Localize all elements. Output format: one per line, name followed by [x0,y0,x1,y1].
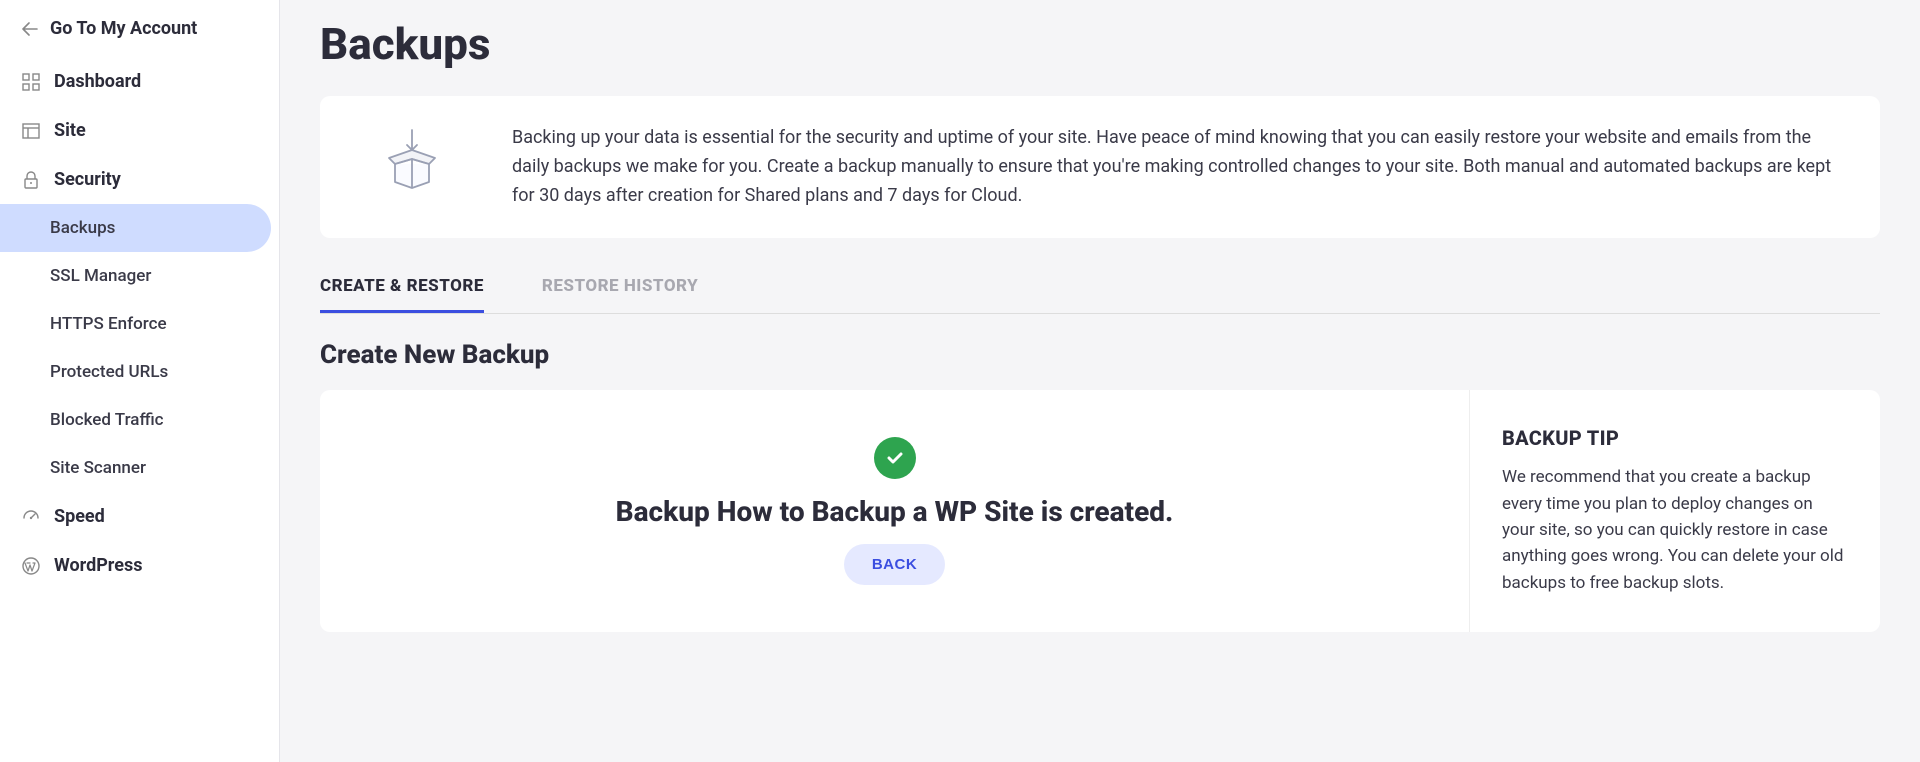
back-button[interactable]: BACK [844,544,945,585]
sidebar-sub-ssl-manager[interactable]: SSL Manager [0,252,279,300]
tab-restore-history[interactable]: RESTORE HISTORY [542,262,698,313]
sidebar-sub-site-scanner[interactable]: Site Scanner [0,444,279,492]
sidebar-item-label: Dashboard [54,71,141,92]
site-icon [22,122,40,140]
lock-icon [22,171,40,189]
go-to-account-label: Go To My Account [50,18,197,39]
sidebar-item-label: Security [54,169,121,190]
sidebar-sub-label: SSL Manager [50,266,151,286]
go-to-account-link[interactable]: Go To My Account [0,18,279,57]
check-circle-icon [874,437,916,479]
sidebar-item-security[interactable]: Security [0,155,279,204]
sidebar-item-site[interactable]: Site [0,106,279,155]
tip-text: We recommend that you create a backup ev… [1502,464,1848,596]
sidebar: Go To My Account Dashboard Site Security… [0,0,280,762]
sidebar-sub-label: Blocked Traffic [50,410,164,430]
speed-icon [22,508,40,526]
backup-tip-panel: BACKUP TIP We recommend that you create … [1470,390,1880,632]
intro-text: Backing up your data is essential for th… [512,124,1848,210]
dashboard-icon [22,73,40,91]
sidebar-item-wordpress[interactable]: WordPress [0,541,279,590]
wordpress-icon [22,557,40,575]
sidebar-item-speed[interactable]: Speed [0,492,279,541]
tip-title: BACKUP TIP [1502,426,1848,450]
success-message: Backup How to Backup a WP Site is create… [616,495,1174,528]
sidebar-sub-label: HTTPS Enforce [50,314,167,334]
intro-card: Backing up your data is essential for th… [320,96,1880,238]
sidebar-sub-https-enforce[interactable]: HTTPS Enforce [0,300,279,348]
section-title: Create New Backup [320,340,1880,370]
tabs: CREATE & RESTORE RESTORE HISTORY [320,262,1880,314]
sidebar-sub-protected-urls[interactable]: Protected URLs [0,348,279,396]
tab-create-restore[interactable]: CREATE & RESTORE [320,262,484,313]
box-icon [352,124,472,194]
main-content: Backups Backing up your data is essentia… [280,0,1920,762]
sidebar-sub-backups[interactable]: Backups [0,204,271,252]
sidebar-item-label: WordPress [54,555,142,576]
create-backup-panel: Backup How to Backup a WP Site is create… [320,390,1880,632]
sidebar-item-label: Speed [54,506,105,527]
sidebar-item-dashboard[interactable]: Dashboard [0,57,279,106]
arrow-left-icon [22,22,38,36]
sidebar-item-label: Site [54,120,86,141]
success-panel: Backup How to Backup a WP Site is create… [320,390,1470,632]
sidebar-sub-label: Site Scanner [50,458,146,478]
sidebar-sub-label: Backups [50,218,115,238]
sidebar-sub-blocked-traffic[interactable]: Blocked Traffic [0,396,279,444]
page-title: Backups [320,18,1880,70]
sidebar-sub-label: Protected URLs [50,362,168,382]
